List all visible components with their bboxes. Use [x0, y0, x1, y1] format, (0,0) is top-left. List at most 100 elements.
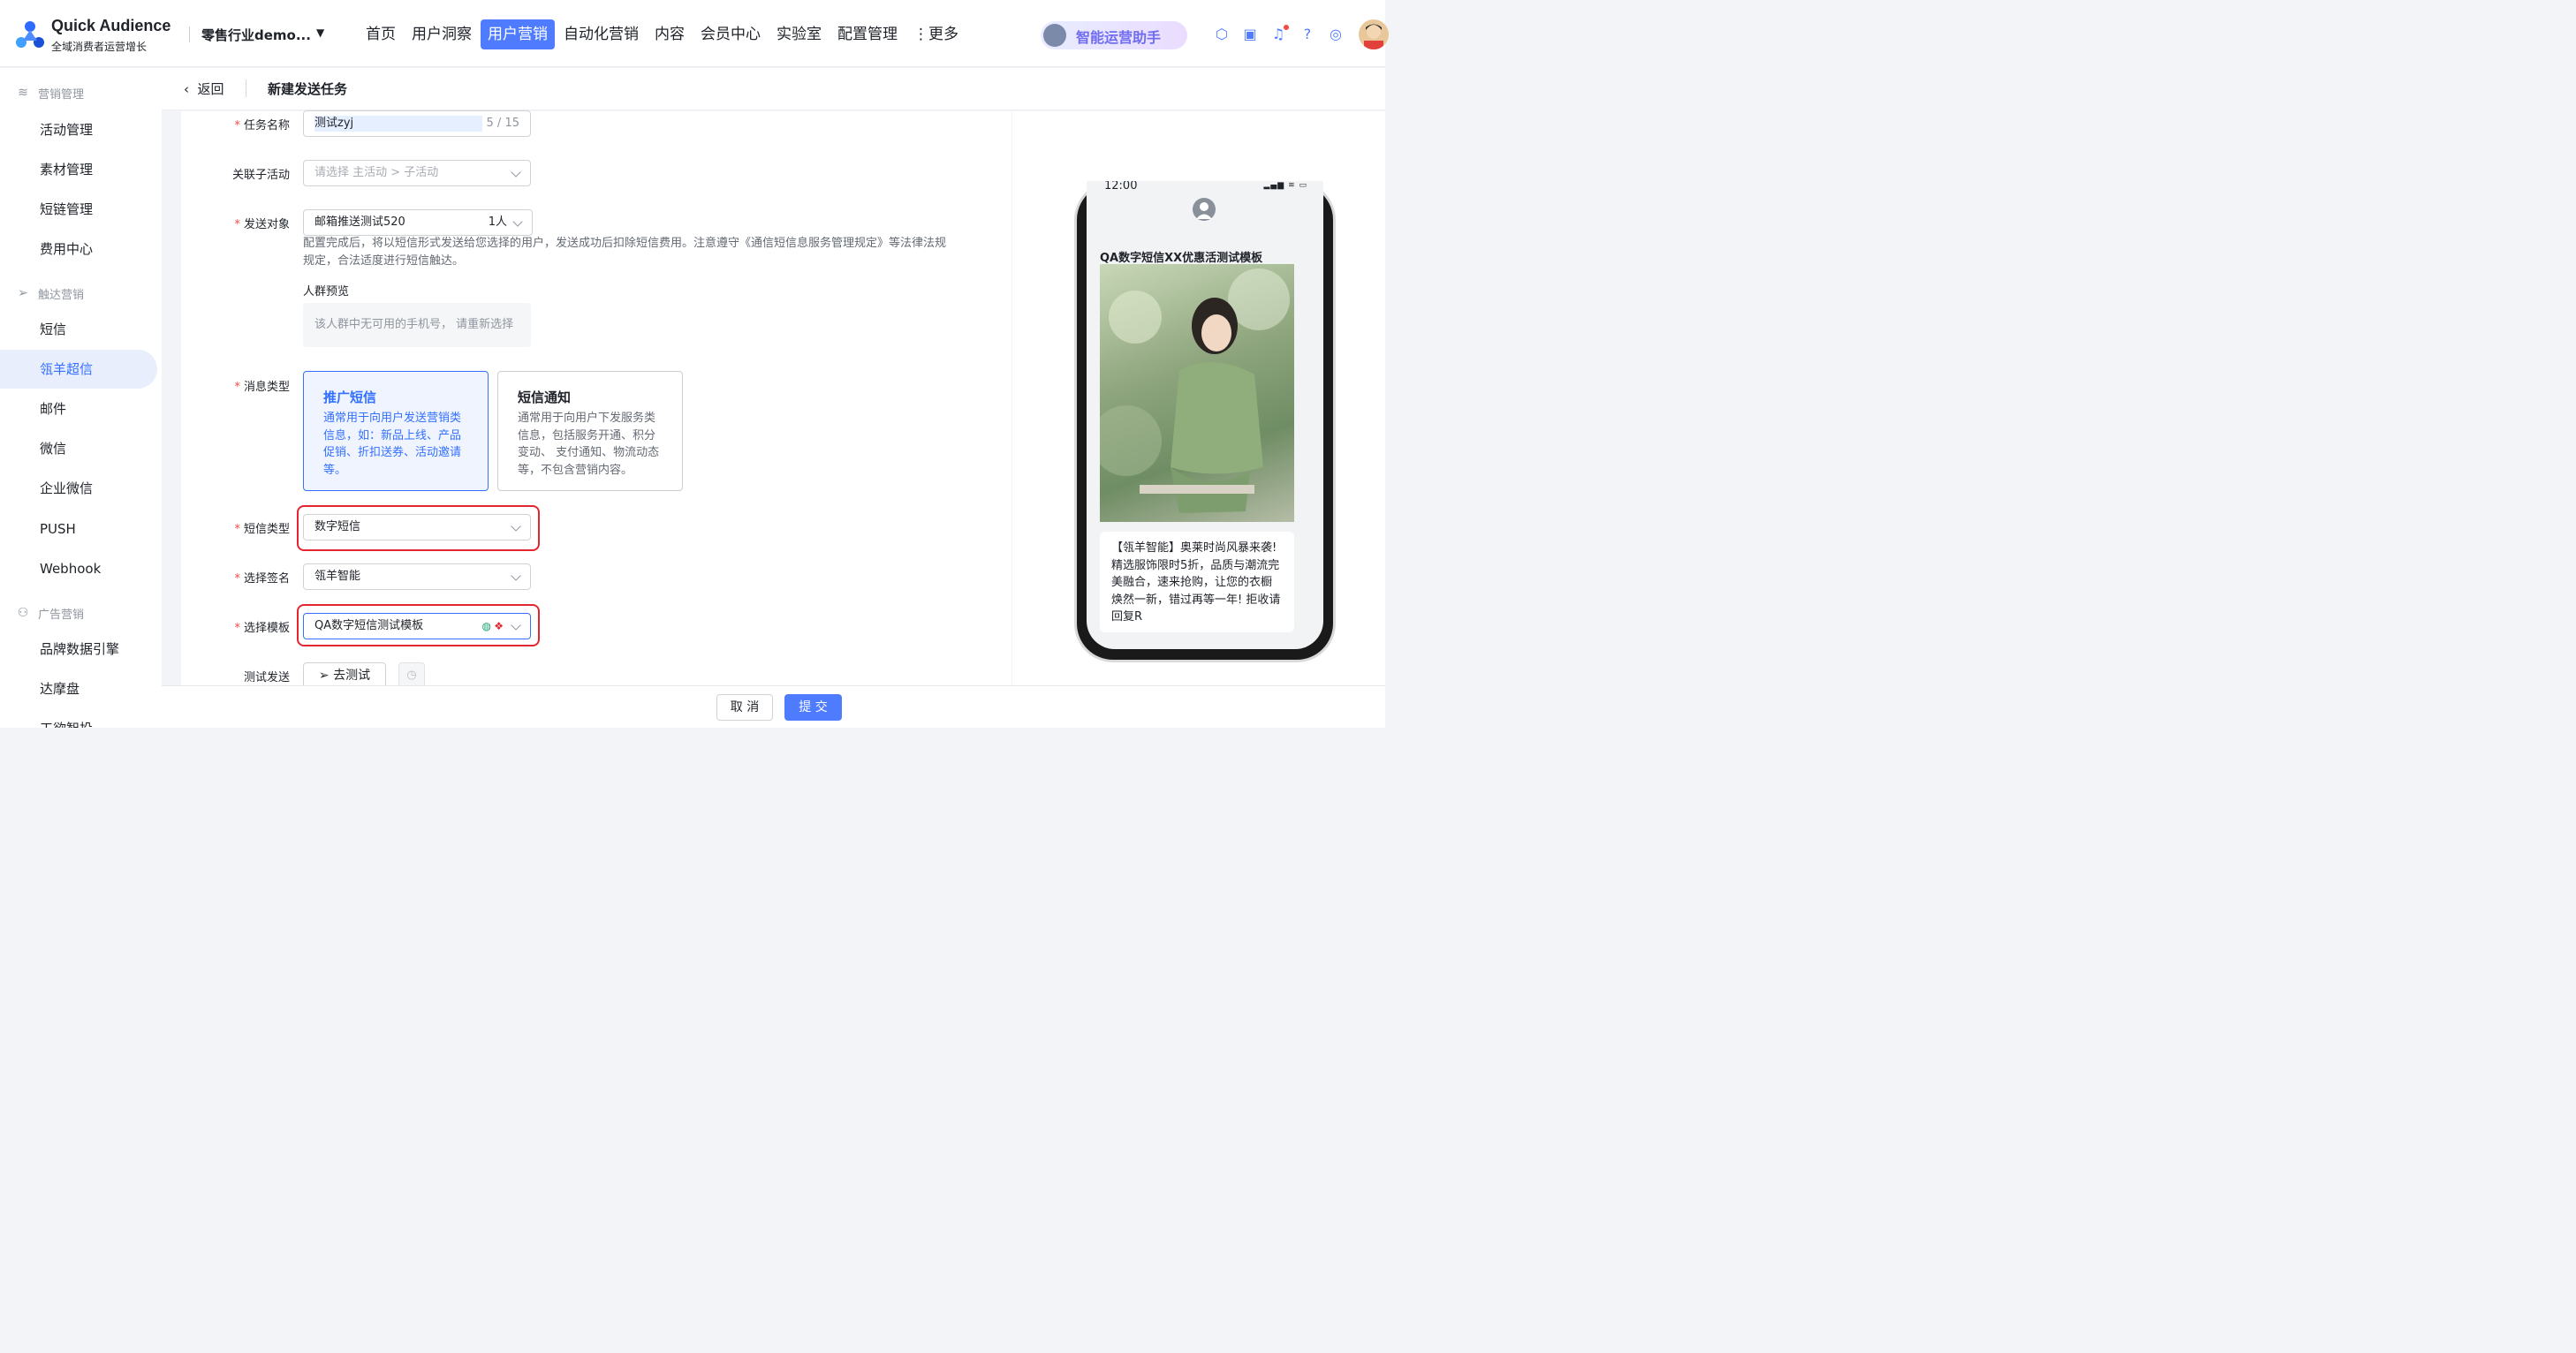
- chevron-down-icon: [511, 571, 521, 581]
- user-avatar[interactable]: [1359, 19, 1389, 49]
- smart-assistant-button[interactable]: 智能运营助手: [1041, 21, 1187, 49]
- nav-user-insight[interactable]: 用户洞察: [405, 19, 479, 49]
- msg-type-promo-card[interactable]: 推广短信 通常用于向用户发送营销类信息，如：新品上线、产品促销、折扣送券、活动邀…: [303, 371, 489, 491]
- sidebar-item-wechat[interactable]: 微信: [0, 429, 157, 468]
- brand-name: Quick Audience: [51, 17, 171, 34]
- sidebar-item-email[interactable]: 邮件: [0, 389, 157, 428]
- target-count: 1人: [488, 215, 507, 229]
- chevron-down-icon: [511, 620, 521, 631]
- task-name-input[interactable]: 测试zyj 5 / 15: [303, 110, 531, 137]
- sub-activity-placeholder: 请选择 主活动 > 子活动: [314, 166, 439, 179]
- globe-icon[interactable]: ◎: [1327, 26, 1345, 43]
- nav-config[interactable]: 配置管理: [830, 19, 905, 49]
- sidebar-group-marketing-mgmt: ≋ 营销管理: [16, 84, 84, 102]
- sub-activity-label: 关联子活动: [231, 169, 290, 182]
- chevron-down-icon: [511, 521, 521, 532]
- sidebar: ≋ 营销管理 活动管理 素材管理 短链管理 费用中心 ➢ 触达营销 短信 瓴羊超信 …: [0, 68, 162, 728]
- sidebar-item-wecom[interactable]: 企业微信: [0, 469, 157, 508]
- msg-type-label: * 消息类型: [234, 381, 290, 394]
- sidebar-item-super-message[interactable]: 瓴羊超信: [0, 350, 157, 389]
- sidebar-item-push[interactable]: PUSH: [0, 510, 157, 548]
- sidebar-item-billing[interactable]: 费用中心: [0, 230, 157, 268]
- crowd-preview-label: 人群预览: [303, 285, 350, 299]
- test-button-label: 去测试: [333, 669, 371, 683]
- top-header: Quick Audience 全域消费者运营增长 零售行业demo... ▼ 首…: [0, 0, 1389, 67]
- avatar-face-icon: [1364, 24, 1383, 49]
- cancel-button[interactable]: 取 消: [716, 694, 773, 721]
- quick-audience-logo-icon: [16, 21, 44, 48]
- status-time: 12:00: [1104, 181, 1138, 193]
- contact-avatar-icon: [1193, 198, 1216, 221]
- tenant-selector[interactable]: 零售行业demo...: [201, 26, 311, 44]
- template-label: * 选择模板: [234, 622, 290, 635]
- chevron-down-icon: [511, 167, 521, 178]
- message-title: QA数字短信XX优惠活测试模板: [1100, 252, 1263, 265]
- crowd-preview-empty: 该人群中无可用的手机号， 请重新选择: [303, 303, 531, 347]
- signature-label: * 选择签名: [234, 572, 290, 586]
- card-desc: 通常用于向用户下发服务类信息，包括服务开通、积分变动、 支付通知、物流动态等，不…: [518, 412, 660, 477]
- phone-screen: 12:00 ▂▄▆ ≋ ▭ QA数字短信XX优惠活测试模板 【瓴羊智能】奥莱时尚…: [1087, 181, 1323, 649]
- card-title: 推广短信: [323, 389, 377, 405]
- target-select[interactable]: 邮箱推送测试520 1人: [303, 209, 533, 236]
- header-divider: [189, 26, 190, 42]
- send-icon: ➢: [18, 286, 28, 300]
- sidebar-item-brand-engine[interactable]: 品牌数据引擎: [0, 630, 157, 669]
- sidebar-item-sms[interactable]: 短信: [0, 310, 157, 349]
- sidebar-item-webhook[interactable]: Webhook: [0, 549, 157, 588]
- sms-type-select[interactable]: 数字短信: [303, 514, 531, 540]
- briefcase-icon[interactable]: ▣: [1241, 26, 1259, 43]
- message-image: [1100, 264, 1294, 522]
- layers-icon: ≋: [18, 86, 28, 100]
- sidebar-item-activity[interactable]: 活动管理: [0, 110, 157, 149]
- sms-type-label: * 短信类型: [234, 523, 290, 536]
- char-counter: 5 / 15: [486, 117, 519, 130]
- sub-activity-select[interactable]: 请选择 主活动 > 子活动: [303, 160, 531, 186]
- assistant-label: 智能运营助手: [1076, 29, 1162, 46]
- nav-user-marketing[interactable]: 用户营销: [481, 19, 555, 49]
- template-select[interactable]: QA数字短信测试模板 ◍ ❖: [303, 613, 531, 639]
- nav-automation[interactable]: 自动化营销: [557, 19, 646, 49]
- page-title: 新建发送任务: [268, 81, 348, 97]
- ai-hexagon-icon[interactable]: ⬡: [1213, 26, 1231, 43]
- message-body: 【瓴羊智能】奥莱时尚风暴来袭!精选服饰限时5折，品质与潮流完美融合，速来抢购，让…: [1100, 532, 1294, 632]
- nav-lab[interactable]: 实验室: [769, 19, 829, 49]
- card-desc: 通常用于向用户发送营销类信息，如：新品上线、产品促销、折扣送券、活动邀请等。: [323, 412, 462, 477]
- help-icon[interactable]: ?: [1299, 26, 1316, 43]
- carrier-mobile-icon: ◍: [481, 620, 491, 632]
- task-name-value: 测试zyj: [314, 115, 482, 132]
- sidebar-group-label: 触达营销: [38, 288, 85, 302]
- carrier-unicom-icon: ❖: [494, 620, 504, 632]
- sidebar-item-smart-ads[interactable]: 工欲智投: [0, 709, 157, 728]
- sidebar-group-label: 营销管理: [38, 87, 85, 102]
- msg-type-notice-card[interactable]: 短信通知 通常用于向用户下发服务类信息，包括服务开通、积分变动、 支付通知、物流…: [497, 371, 683, 491]
- signal-wifi-battery-icon: ▂▄▆ ≋ ▭: [1263, 181, 1307, 190]
- brand-subtitle: 全域消费者运营增长: [51, 41, 148, 53]
- main-nav: 首页 用户洞察 用户营销 自动化营销 内容 会员中心 实验室 配置管理 ⋮更多: [359, 19, 967, 49]
- sidebar-group-label: 广告营销: [38, 608, 85, 622]
- footer-bar: [162, 685, 1385, 728]
- more-icon: ⋮: [913, 26, 928, 43]
- chevron-left-icon: ‹: [184, 81, 198, 97]
- assistant-avatar: [1043, 24, 1066, 47]
- sidebar-item-damopan[interactable]: 达摩盘: [0, 669, 157, 708]
- nav-home[interactable]: 首页: [359, 19, 403, 49]
- sidebar-item-material[interactable]: 素材管理: [0, 150, 157, 189]
- sidebar-group-ads: ⚇ 广告营销: [16, 604, 84, 622]
- nav-more[interactable]: ⋮更多: [906, 19, 966, 49]
- ad-icon: ⚇: [17, 606, 29, 620]
- submit-button[interactable]: 提 交: [784, 694, 842, 721]
- back-label: 返回: [197, 81, 224, 97]
- signature-value: 瓴羊智能: [314, 570, 361, 583]
- target-value: 邮箱推送测试520: [314, 215, 405, 229]
- template-value: QA数字短信测试模板: [314, 619, 424, 632]
- target-hint: 配置完成后，将以短信形式发送给您选择的用户，发送成功后扣除短信费用。注意遵守《通…: [303, 237, 947, 268]
- back-button[interactable]: ‹ 返回: [184, 79, 224, 98]
- nav-content[interactable]: 内容: [648, 19, 692, 49]
- tenant-caret-icon[interactable]: ▼: [316, 26, 324, 39]
- sidebar-item-shortlink[interactable]: 短链管理: [0, 190, 157, 229]
- signature-select[interactable]: 瓴羊智能: [303, 563, 531, 590]
- nav-more-label: 更多: [928, 26, 958, 43]
- sms-type-value: 数字短信: [314, 520, 361, 533]
- nav-member-center[interactable]: 会员中心: [693, 19, 768, 49]
- chevron-down-icon: [512, 216, 523, 227]
